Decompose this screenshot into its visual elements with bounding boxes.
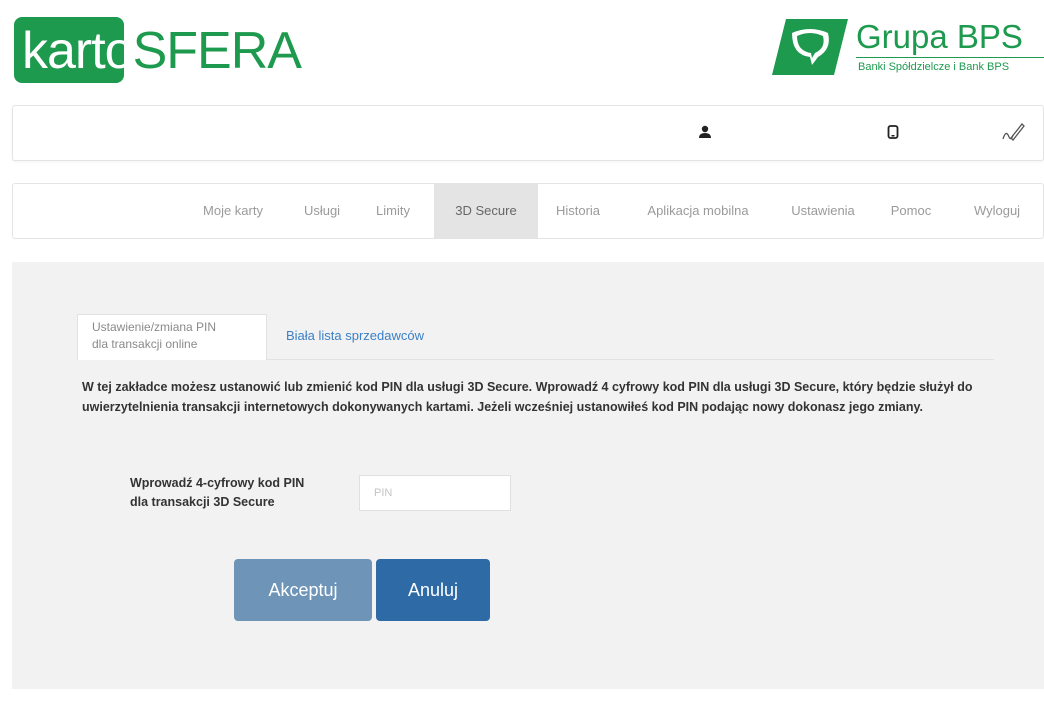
signature-icon[interactable] (1001, 120, 1025, 144)
nav-aplikacja-mobilna[interactable]: Aplikacja mobilna (627, 184, 769, 238)
pin-label: Wprowadź 4-cyfrowy kod PIN dla transakcj… (130, 474, 360, 512)
nav-historia[interactable]: Historia (543, 184, 613, 238)
tab-pin-settings-line1: Ustawienie/zmiana PIN (92, 320, 217, 334)
pin-label-line1: Wprowadź 4-cyfrowy kod PIN (130, 476, 305, 490)
bps-logo-icon (772, 19, 848, 75)
user-icon[interactable] (693, 120, 717, 144)
logo-text-sfera: SFERA (132, 22, 302, 80)
tab-divider (267, 359, 994, 360)
tab-merchant-whitelist[interactable]: Biała lista sprzedawców (286, 328, 424, 343)
nav-ustawienia[interactable]: Ustawienia (777, 184, 869, 238)
kartosfera-logo: kartoSFERA (14, 17, 302, 83)
nav-uslugi[interactable]: Usługi (289, 184, 355, 238)
user-bar (12, 105, 1044, 161)
phone-icon[interactable] (881, 120, 905, 144)
bps-logo-subtitle: Banki Spółdzielcze i Bank BPS (858, 61, 1010, 73)
nav-pomoc[interactable]: Pomoc (879, 184, 943, 238)
info-text: W tej zakładce możesz ustanowić lub zmie… (82, 380, 973, 414)
pin-label-line2: dla transakcji 3D Secure (130, 495, 275, 509)
tab-pin-settings[interactable]: Ustawienie/zmiana PIN dla transakcji onl… (77, 314, 267, 360)
pin-input[interactable] (359, 475, 511, 511)
nav-limity[interactable]: Limity (363, 184, 423, 238)
logo-text-karto: karto (22, 22, 134, 80)
accept-button[interactable]: Akceptuj (234, 559, 372, 621)
kartosfera-logo-text: kartoSFERA (22, 22, 302, 80)
bps-logo-name: Grupa BPS (856, 18, 1023, 55)
nav-3d-secure[interactable]: 3D Secure (434, 184, 538, 238)
content-panel: Ustawienie/zmiana PIN dla transakcji onl… (12, 262, 1044, 689)
bps-logo-divider (856, 57, 1044, 58)
nav-moje-karty[interactable]: Moje karty (193, 184, 273, 238)
main-nav: Moje karty Usługi Limity 3D Secure Histo… (12, 183, 1044, 239)
nav-wyloguj[interactable]: Wyloguj (961, 184, 1033, 238)
grupa-bps-logo: Grupa BPS Banki Spółdzielcze i Bank BPS (770, 17, 1044, 77)
tab-pin-settings-line2: dla transakcji online (92, 337, 198, 351)
cancel-button[interactable]: Anuluj (376, 559, 490, 621)
